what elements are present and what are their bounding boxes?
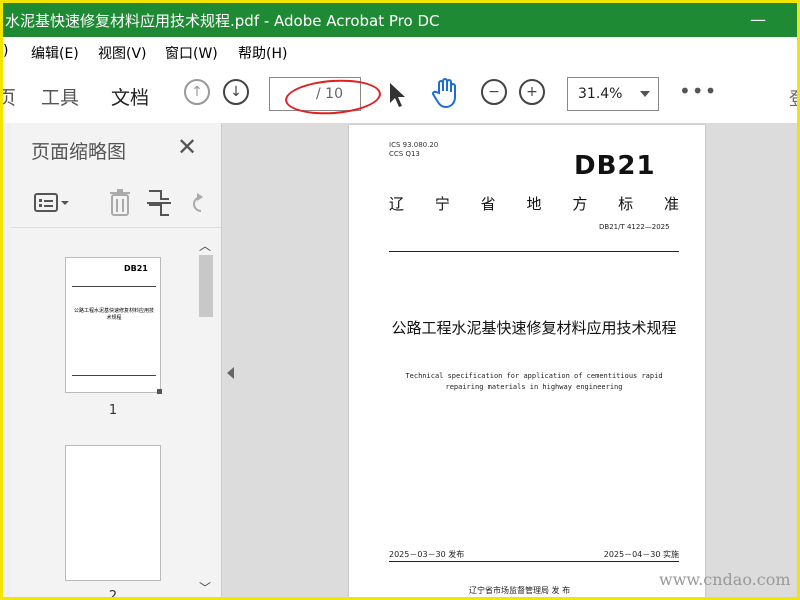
thumb-rule xyxy=(72,286,156,287)
document-title: 公路工程水泥基快速修复材料应用技术规程 xyxy=(391,319,677,337)
extract-pages-icon[interactable] xyxy=(147,189,173,217)
english-title: Technical specification for application … xyxy=(405,372,663,391)
close-panel-button[interactable]: ✕ xyxy=(177,133,197,161)
province-char: 地 xyxy=(526,195,542,213)
tab-document[interactable]: 文档 xyxy=(111,83,150,128)
thumbnail-scrollbar[interactable]: ︿ ﹀ xyxy=(195,233,215,597)
province-char: 省 xyxy=(480,195,496,213)
document-page: ICS 93.080.20 CCS Q13 DB21 辽 宁 省 地 方 标 准… xyxy=(349,125,705,597)
zoom-select[interactable]: 31.4% xyxy=(567,77,659,111)
next-page-button[interactable]: ↓ xyxy=(223,79,249,105)
thumb-resize-handle[interactable] xyxy=(157,389,162,394)
title-bar: 水泥基快速修复材料应用技术规程.pdf - Adobe Acrobat Pro … xyxy=(3,3,797,37)
menu-item-file-partial[interactable]: ) xyxy=(3,43,8,59)
left-nav-strip xyxy=(3,123,11,597)
scrollbar-thumb[interactable] xyxy=(199,255,213,317)
thumbnail-number-2: 2 xyxy=(108,589,118,600)
site-watermark: www.cndao.com xyxy=(659,570,791,589)
menu-item-window[interactable]: 窗口(W) xyxy=(165,43,218,63)
app-window: 水泥基快速修复材料应用技术规程.pdf - Adobe Acrobat Pro … xyxy=(0,0,800,600)
previous-page-button[interactable]: ↑ xyxy=(184,79,210,105)
province-char: 准 xyxy=(663,195,679,213)
menu-item-view[interactable]: 视图(V) xyxy=(98,43,147,63)
publisher: 辽宁省市场监督管理局 发 布 xyxy=(469,586,571,595)
ics-code: ICS 93.080.20 CCS Q13 xyxy=(389,141,438,159)
thumbnail-options-icon[interactable] xyxy=(33,191,71,215)
panel-title: 页面缩略图 xyxy=(31,141,127,163)
thumbnail-panel: 页面缩略图 ✕ DB21 公路工程水泥基快速修复材料应用技术规程 1 2 ︿ ﹀ xyxy=(11,123,222,597)
more-tools-button[interactable]: ••• xyxy=(679,79,717,103)
db-mark: DB21 xyxy=(574,151,656,181)
page-thumbnail-2[interactable] xyxy=(65,445,161,581)
zoom-in-button[interactable]: + xyxy=(519,79,545,105)
plus-icon: + xyxy=(526,84,538,100)
sign-in-partial[interactable]: 登 xyxy=(789,85,797,111)
ics-line: ICS 93.080.20 xyxy=(389,141,439,149)
arrow-up-icon: ↑ xyxy=(191,84,203,100)
tab-home-partial[interactable]: 页 xyxy=(3,83,16,110)
menu-bar: ) 编辑(E) 视图(V) 窗口(W) 帮助(H) xyxy=(3,37,797,66)
implementation-date: 2025－04－30 实施 xyxy=(603,550,679,559)
thumbnail-number-1: 1 xyxy=(108,403,118,418)
panel-toolbar xyxy=(11,179,221,228)
zoom-value: 31.4% xyxy=(578,86,623,102)
province-char: 方 xyxy=(572,195,588,213)
content-area: 页面缩略图 ✕ DB21 公路工程水泥基快速修复材料应用技术规程 1 2 ︿ ﹀… xyxy=(3,123,797,597)
hand-tool-icon[interactable] xyxy=(431,77,461,109)
zoom-out-button[interactable]: − xyxy=(481,79,507,105)
minus-icon: − xyxy=(488,84,500,100)
release-date: 2025－03－30 发布 xyxy=(389,550,465,559)
thumb-rule-bottom xyxy=(72,375,156,376)
ccs-line: CCS Q13 xyxy=(389,150,420,158)
thumb-db-mark: DB21 xyxy=(124,264,148,273)
province-heading: 辽 宁 省 地 方 标 准 xyxy=(389,193,679,214)
page-thumbnail-1[interactable]: DB21 公路工程水泥基快速修复材料应用技术规程 xyxy=(65,257,162,394)
arrow-down-icon: ↓ xyxy=(230,84,242,100)
province-char: 标 xyxy=(618,195,634,213)
menu-item-edit[interactable]: 编辑(E) xyxy=(31,43,79,63)
province-char: 宁 xyxy=(434,195,450,213)
thumb-title: 公路工程水泥基快速修复材料应用技术规程 xyxy=(73,308,154,321)
chevron-down-icon[interactable]: ﹀ xyxy=(199,579,211,596)
toolbar: 页 工具 文档 ↑ ↓ / 10 − + 31.4% ••• xyxy=(3,65,797,128)
province-char: 辽 xyxy=(389,195,405,213)
header-rule xyxy=(389,251,679,252)
trash-icon[interactable] xyxy=(107,189,133,217)
window-title: 水泥基快速修复材料应用技术规程.pdf - Adobe Acrobat Pro … xyxy=(5,12,440,30)
chevron-down-icon xyxy=(640,91,650,97)
select-cursor-icon[interactable] xyxy=(387,81,407,109)
chevron-up-icon[interactable]: ︿ xyxy=(199,237,211,254)
collapse-panel-icon[interactable] xyxy=(227,367,234,379)
minimize-icon xyxy=(747,9,769,31)
standard-code: DB21/T 4122—2025 xyxy=(599,223,670,231)
rotate-icon[interactable] xyxy=(187,189,207,217)
date-line: 2025－03－30 发布 2025－04－30 实施 xyxy=(389,549,679,560)
footer-rule xyxy=(389,561,679,562)
tab-tools[interactable]: 工具 xyxy=(41,83,79,110)
menu-item-help[interactable]: 帮助(H) xyxy=(238,43,287,63)
